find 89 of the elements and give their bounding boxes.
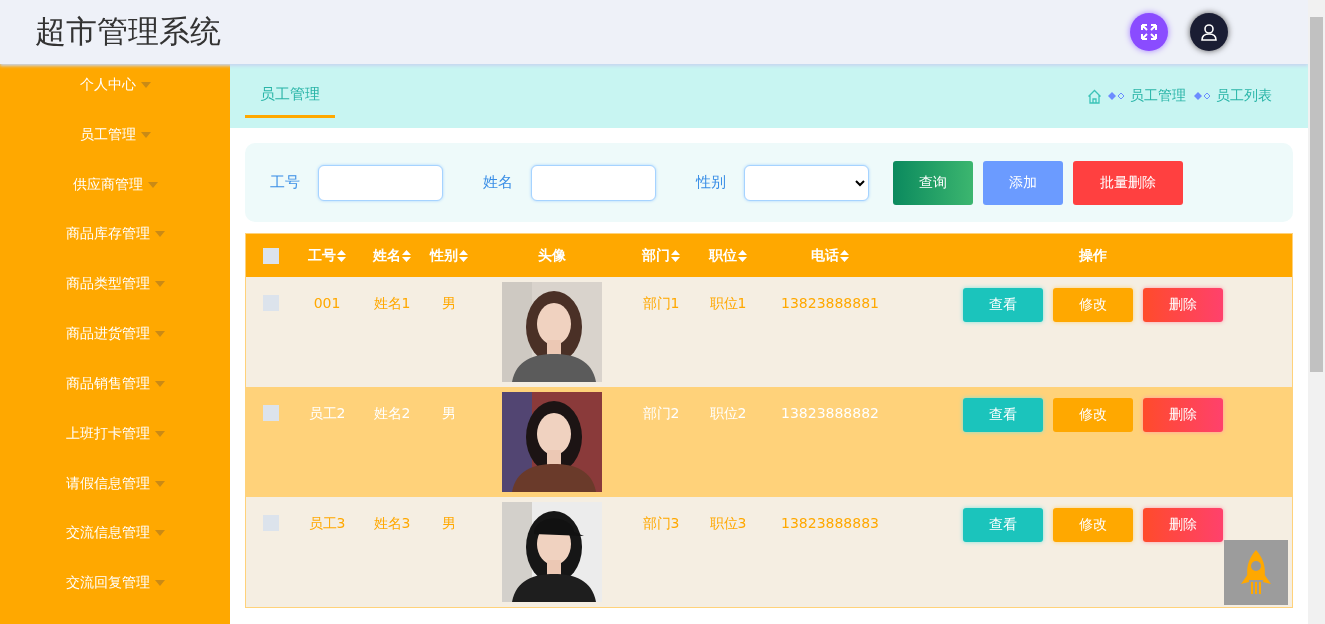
table-cell: 职位2 [709,405,747,423]
column-header[interactable]: 操作 [1079,246,1107,265]
column-header[interactable]: 部门 [642,246,670,265]
table-cell: 姓名1 [373,295,411,313]
caret-icon [154,281,165,288]
delete-button[interactable]: 删除 [1143,398,1223,432]
separator-icon [1194,92,1212,100]
column-header[interactable]: 电话 [811,246,839,265]
fullscreen-button[interactable] [1130,13,1168,51]
checkbox[interactable] [263,405,279,421]
column-header[interactable]: 头像 [538,246,566,265]
column-header[interactable]: 工号 [308,246,336,265]
sidebar-item[interactable]: 商品销售管理 [65,374,165,425]
sidebar-item[interactable]: 交流信息管理 [65,524,165,575]
table-cell: 姓名2 [373,405,411,423]
gender-select[interactable] [744,164,869,201]
table-cell: 姓名3 [373,515,411,533]
scrollbar[interactable] [1308,0,1325,624]
tab[interactable]: 员工管理 [245,74,335,118]
sort-icon[interactable] [402,249,411,262]
table-cell: 部门2 [642,405,680,423]
search-field[interactable] [318,164,443,201]
edit-button[interactable]: 修改 [1053,398,1133,432]
batch-delete-button[interactable]: 批量删除 [1073,160,1183,205]
breadcrumb-link[interactable]: 员工管理 [1130,87,1186,105]
caret-icon [154,331,165,338]
delete-button[interactable]: 删除 [1143,508,1223,542]
caret-icon [154,530,165,537]
view-button[interactable]: 查看 [963,288,1043,322]
table-cell: 员工2 [308,405,346,423]
home-icon[interactable] [1087,88,1102,104]
field-label: 工号 [270,173,300,192]
caret-icon [140,131,151,138]
table-cell: 13823888882 [781,405,879,421]
sort-icon[interactable] [738,249,747,262]
table-cell: 男 [442,295,456,313]
column-header[interactable]: 职位 [709,246,737,265]
sort-icon[interactable] [459,249,468,262]
view-button[interactable]: 查看 [963,398,1043,432]
sidebar-item[interactable]: 个人中心 [79,76,151,126]
edit-button[interactable]: 修改 [1053,288,1133,322]
expand-icon [1140,23,1158,41]
caret-icon [154,380,165,387]
sidebar-item[interactable]: 员工管理 [79,125,151,176]
checkbox[interactable] [263,295,279,311]
sidebar-item[interactable]: 请假信息管理 [65,474,165,525]
sidebar-item[interactable]: 商品库存管理 [65,225,165,276]
table-cell: 部门3 [642,515,680,533]
caret-icon [154,430,165,437]
caret-icon [154,480,165,487]
separator-icon [1108,92,1126,100]
add-button[interactable]: 添加 [983,160,1063,205]
caret-icon [147,181,158,188]
query-button[interactable]: 查询 [893,160,973,205]
user-button[interactable] [1190,13,1228,51]
field-label: 姓名 [483,173,513,192]
table-cell: 员工3 [308,515,346,533]
table-cell: 13823888883 [781,515,879,531]
column-header[interactable]: 性别 [430,246,458,265]
sort-icon[interactable] [671,249,680,262]
breadcrumb-link[interactable]: 员工列表 [1216,87,1272,105]
delete-button[interactable]: 删除 [1143,288,1223,322]
table-cell: 13823888881 [781,295,879,311]
field-label: 性别 [696,173,726,192]
table-cell: 部门1 [642,295,680,313]
back-to-top-button[interactable] [1224,540,1288,605]
sidebar-item[interactable]: 商品进货管理 [65,325,165,375]
table-cell: 男 [442,515,456,533]
sidebar-item[interactable]: 交流回复管理 [65,574,165,624]
sidebar-item[interactable]: 商品类型管理 [65,275,165,326]
view-button[interactable]: 查看 [963,508,1043,542]
edit-button[interactable]: 修改 [1053,508,1133,542]
user-icon [1200,23,1218,41]
checkbox[interactable] [263,515,279,531]
sort-icon[interactable] [337,249,346,262]
app-title: 超市管理系统 [35,12,221,51]
caret-icon [140,82,151,88]
table-cell: 职位1 [709,295,747,313]
table-cell: 001 [313,295,341,311]
sidebar-item[interactable]: 上班打卡管理 [65,424,165,475]
sidebar-item[interactable]: 供应商管理 [72,175,158,226]
caret-icon [154,231,165,238]
table-cell: 男 [442,405,456,423]
sort-icon[interactable] [840,249,849,262]
caret-icon [154,580,165,587]
table-cell: 职位3 [709,515,747,533]
checkbox[interactable] [263,247,279,264]
column-header[interactable]: 姓名 [373,246,401,265]
search-field[interactable] [531,164,656,201]
